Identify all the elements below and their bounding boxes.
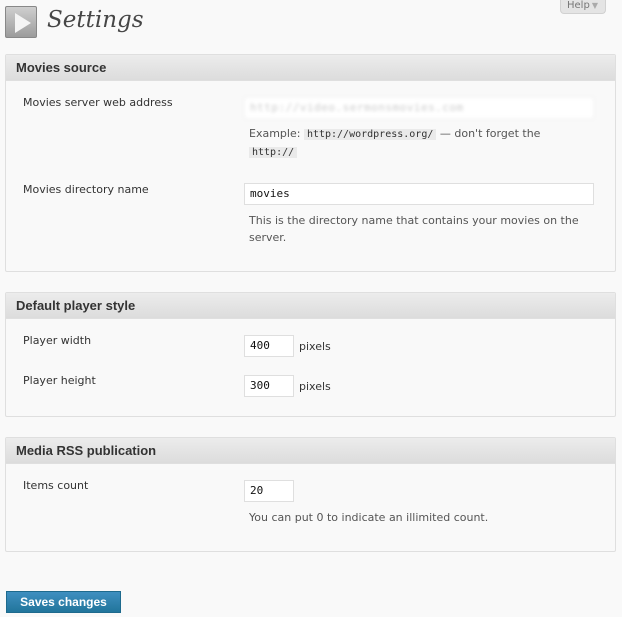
- directory-name-hint: This is the directory name that contains…: [249, 212, 579, 246]
- page-header: Settings: [5, 6, 144, 38]
- items-count-label: Items count: [23, 479, 89, 492]
- player-height-input[interactable]: 300: [244, 375, 294, 397]
- directory-hint-line2: server.: [249, 231, 287, 244]
- player-style-heading: Default player style: [6, 293, 615, 319]
- page-title: Settings: [47, 7, 144, 33]
- player-height-unit: pixels: [299, 380, 331, 393]
- server-address-input[interactable]: http://video.sermonsmovies.com: [244, 97, 594, 119]
- server-address-hint: Example: http://wordpress.org/ — don't f…: [249, 125, 540, 161]
- movies-source-heading: Movies source: [6, 55, 615, 81]
- example-protocol: http://: [249, 147, 298, 158]
- play-icon: [5, 6, 37, 38]
- directory-name-label: Movies directory name: [23, 183, 149, 196]
- server-address-label: Movies server web address: [23, 96, 173, 109]
- example-suffix: — don't forget the: [436, 127, 541, 140]
- items-count-input[interactable]: 20: [244, 480, 294, 502]
- example-url: http://wordpress.org/: [303, 129, 437, 140]
- movies-source-panel: Movies source Movies server web address …: [5, 54, 616, 272]
- player-width-label: Player width: [23, 334, 92, 347]
- directory-name-input[interactable]: movies: [244, 183, 594, 205]
- chevron-down-icon: ▼: [591, 1, 598, 10]
- example-prefix: Example:: [249, 127, 301, 140]
- help-label: Help: [567, 0, 590, 11]
- player-width-input[interactable]: 400: [244, 335, 294, 357]
- save-changes-button[interactable]: Saves changes: [6, 591, 121, 613]
- directory-hint-line1: This is the directory name that contains…: [249, 214, 579, 227]
- rss-panel: Media RSS publication Items count 20 You…: [5, 437, 616, 552]
- player-width-unit: pixels: [299, 340, 331, 353]
- player-style-panel: Default player style Player width 400 pi…: [5, 292, 616, 417]
- help-tab[interactable]: Help ▼: [560, 0, 606, 14]
- player-height-label: Player height: [23, 374, 96, 387]
- items-count-hint: You can put 0 to indicate an illimited c…: [249, 511, 489, 524]
- rss-heading: Media RSS publication: [6, 438, 615, 464]
